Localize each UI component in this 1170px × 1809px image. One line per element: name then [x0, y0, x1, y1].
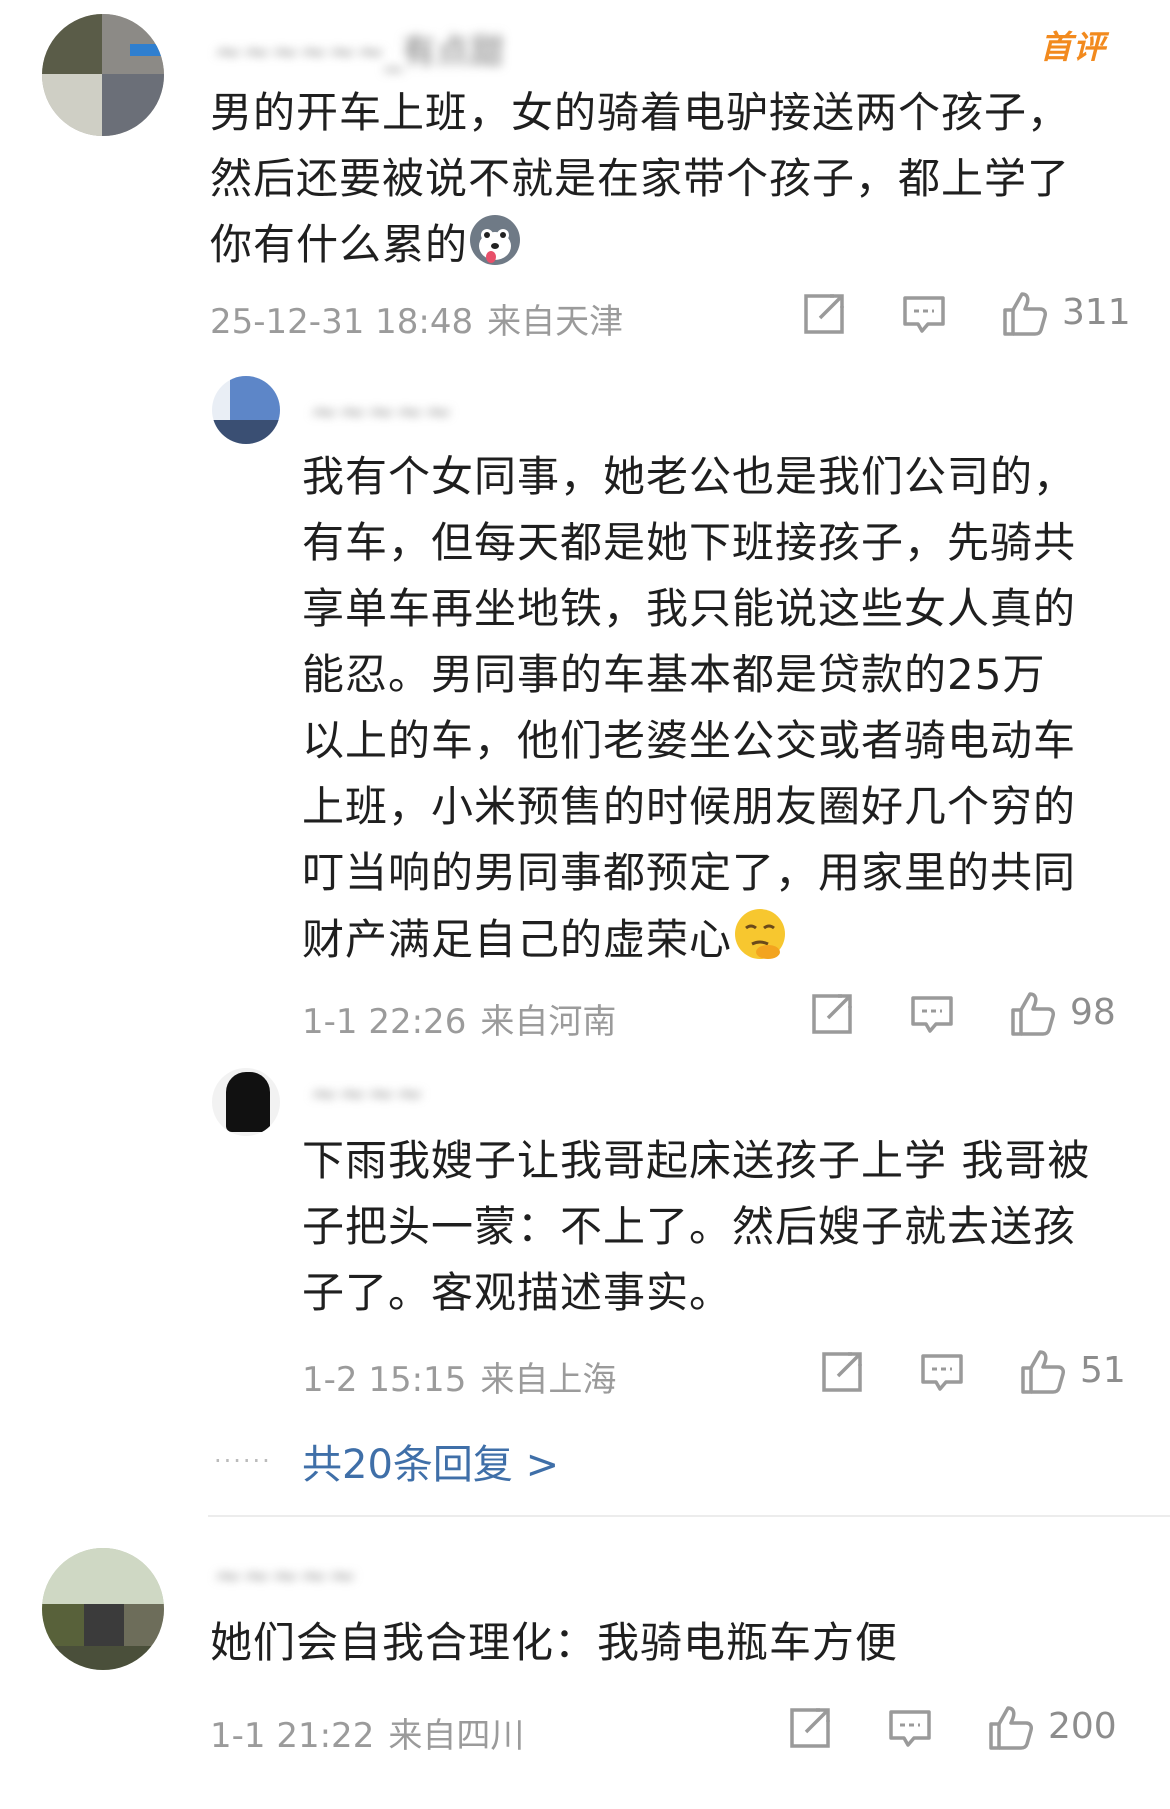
- comment-line: 男的开车上班，女的骑着电驴接送两个孩子，: [210, 88, 1071, 137]
- comment-text: 下雨我嫂子让我哥起床送孩子上学 我哥被 子把头一蒙：不上了。然后嫂子就去送孩 子…: [302, 1128, 1090, 1326]
- comment-line: 她们会自我合理化：我骑电瓶车方便: [210, 1618, 899, 1667]
- comment-location: 来自四川: [388, 1716, 525, 1756]
- comment-line: 上班，小米预售的时候朋友圈好几个穷的: [302, 782, 1077, 831]
- comment-location: 来自河南: [480, 1002, 617, 1042]
- comment-icon[interactable]: [886, 1704, 934, 1752]
- comment-actions: 51: [818, 1348, 1170, 1398]
- comment-line: 你有什么累的: [210, 212, 1070, 278]
- comment-actions: 98: [808, 990, 1170, 1040]
- like-icon[interactable]: [986, 1704, 1034, 1752]
- comment-line: 下雨我嫂子让我哥起床送孩子上学 我哥被: [302, 1136, 1091, 1185]
- user-name[interactable]: ~~~~~: [310, 392, 452, 432]
- share-icon[interactable]: [808, 990, 856, 1038]
- first-comment-badge: 首评: [1040, 28, 1107, 66]
- comment-line: 子把头一蒙：不上了。然后嫂子就去送孩: [302, 1202, 1077, 1251]
- like-count: 200: [1048, 1706, 1117, 1747]
- like-count: 98: [1070, 992, 1116, 1033]
- like-icon[interactable]: [1008, 990, 1056, 1038]
- dog-face-emoji: [470, 215, 521, 265]
- comment-line: 我有个女同事，她老公也是我们公司的，: [302, 452, 1077, 501]
- more-replies-link[interactable]: 共20条回复 >: [302, 1432, 559, 1490]
- comment-line: 子了。客观描述事实。: [302, 1268, 733, 1317]
- thinking-face-emoji: [735, 909, 786, 959]
- thread-dots: ......: [214, 1440, 272, 1468]
- comment-time: 1-2 15:15: [302, 1360, 467, 1400]
- comment-meta: 1-1 21:22 来自四川: [210, 1708, 524, 1757]
- avatar[interactable]: [212, 376, 280, 444]
- comment-line: 然后还要被说不就是在家带个孩子，都上学了: [210, 154, 1071, 203]
- comment-location: 来自天津: [487, 302, 624, 342]
- comment-text: 我有个女同事，她老公也是我们公司的， 有车，但每天都是她下班接孩子，先骑共 享单…: [302, 444, 1076, 973]
- avatar[interactable]: [212, 1068, 280, 1136]
- comment-location: 来自上海: [480, 1360, 617, 1400]
- comment-line: 财产满足自己的虚荣心: [302, 906, 1076, 973]
- divider: [208, 1515, 1170, 1517]
- comment-meta: 25-12-31 18:48 来自天津: [210, 294, 623, 343]
- comment-icon[interactable]: [900, 290, 948, 338]
- user-name[interactable]: ~~~~~: [214, 1556, 356, 1596]
- user-name[interactable]: ~~~~: [310, 1074, 424, 1114]
- comment-time: 1-1 21:22: [210, 1716, 375, 1756]
- comment-line: 叮当响的男同事都预定了，用家里的共同: [302, 848, 1077, 897]
- comment-meta: 1-1 22:26 来自河南: [302, 994, 616, 1043]
- like-count: 51: [1080, 1350, 1126, 1391]
- avatar[interactable]: [42, 14, 164, 136]
- comment-time: 1-1 22:26: [302, 1002, 467, 1042]
- comment-line-text: 财产满足自己的虚荣心: [302, 915, 733, 964]
- comment-line: 享单车再坐地铁，我只能说这些女人真的: [302, 584, 1077, 633]
- user-name[interactable]: ~~~~~~_有点甜: [214, 24, 504, 73]
- comment-actions: 311: [800, 290, 1170, 340]
- like-count: 311: [1062, 292, 1131, 333]
- comment-line: 能忍。男同事的车基本都是贷款的25万: [302, 650, 1046, 699]
- comment-actions: 200: [786, 1704, 1170, 1754]
- avatar[interactable]: [42, 1548, 164, 1670]
- comment-text: 她们会自我合理化：我骑电瓶车方便: [210, 1610, 898, 1676]
- share-icon[interactable]: [786, 1704, 834, 1752]
- comment-line: 有车，但每天都是她下班接孩子，先骑共: [302, 518, 1077, 567]
- share-icon[interactable]: [800, 290, 848, 338]
- like-icon[interactable]: [1018, 1348, 1066, 1396]
- comment-text: 男的开车上班，女的骑着电驴接送两个孩子， 然后还要被说不就是在家带个孩子，都上学…: [210, 80, 1070, 278]
- comment-meta: 1-2 15:15 来自上海: [302, 1352, 616, 1401]
- comment-line: 以上的车，他们老婆坐公交或者骑电动车: [302, 716, 1077, 765]
- like-icon[interactable]: [1000, 290, 1048, 338]
- comment-time: 25-12-31 18:48: [210, 302, 474, 342]
- share-icon[interactable]: [818, 1348, 866, 1396]
- comment-icon[interactable]: [918, 1348, 966, 1396]
- comment-line-text: 你有什么累的: [210, 220, 469, 269]
- comment-icon[interactable]: [908, 990, 956, 1038]
